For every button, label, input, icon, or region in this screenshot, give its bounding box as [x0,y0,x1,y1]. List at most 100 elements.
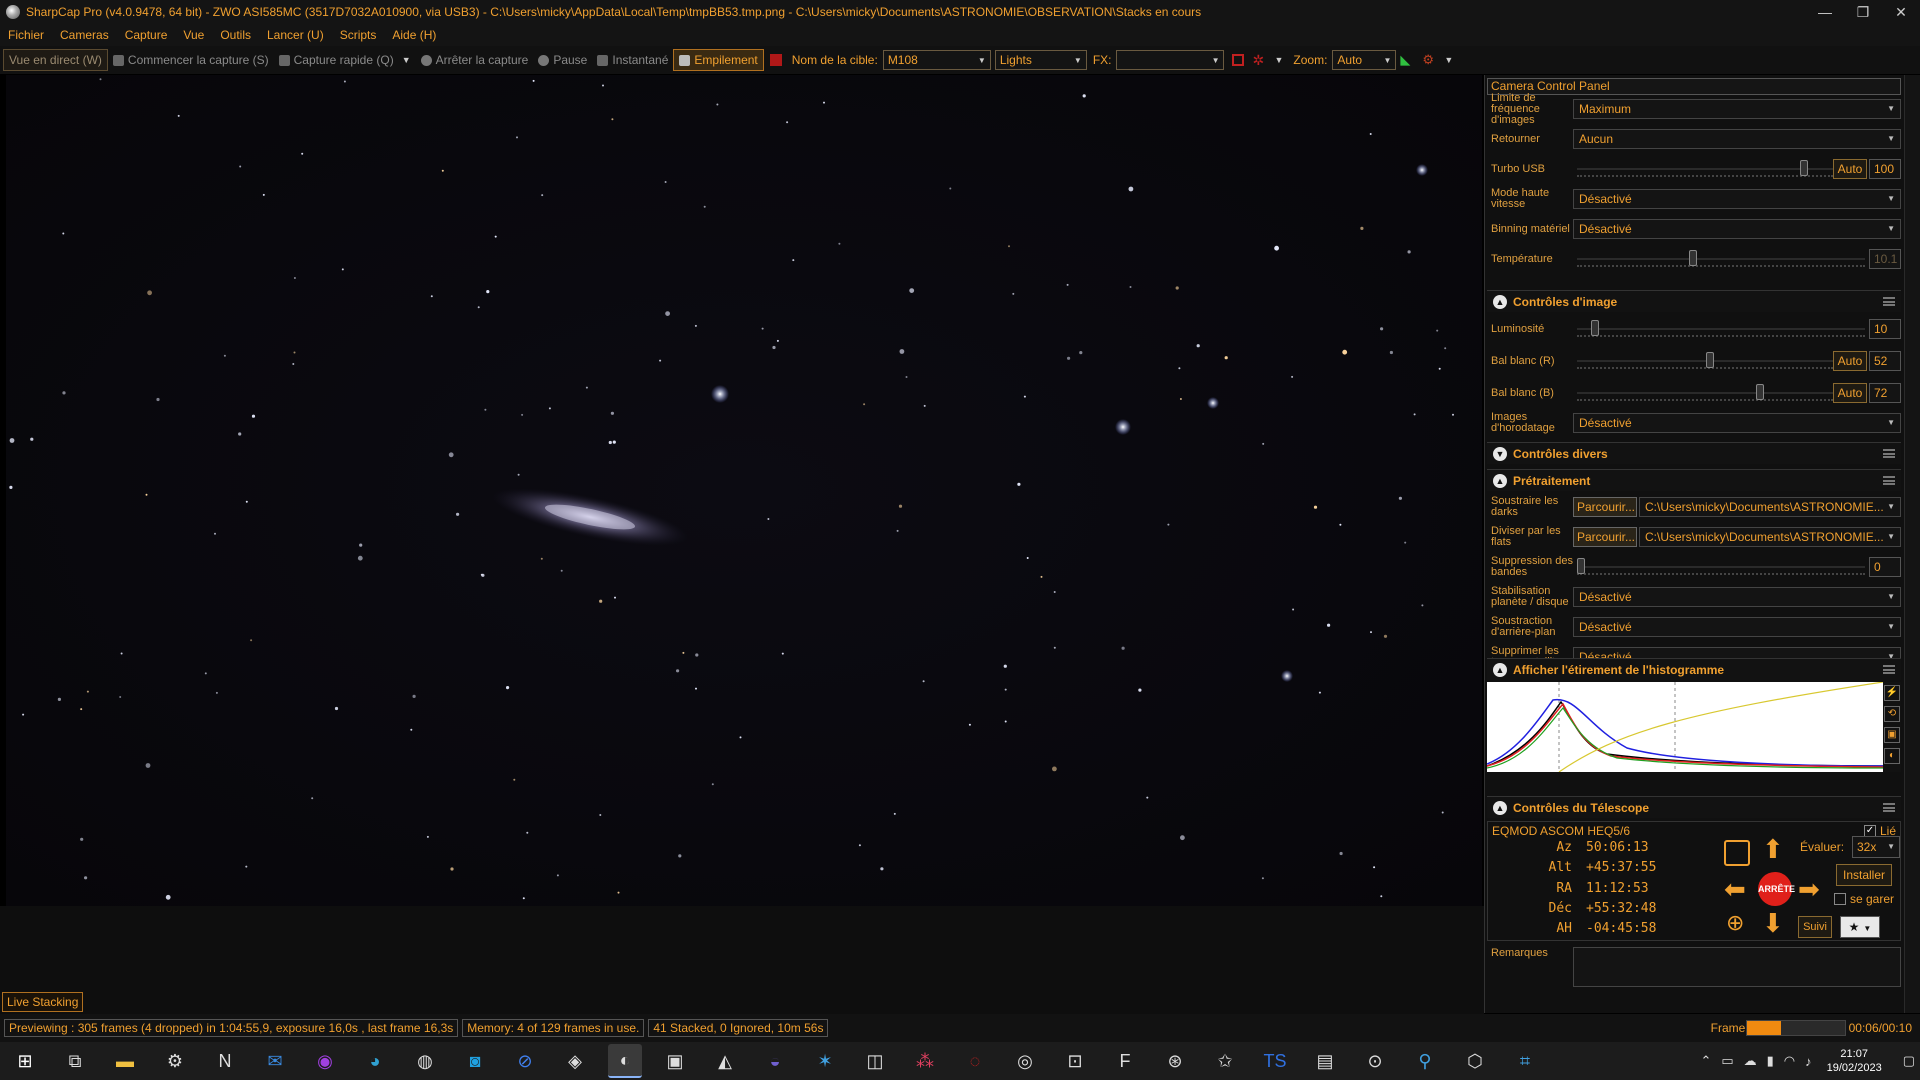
luminosite-slider-thumb[interactable] [1591,320,1599,336]
settings-gear-icon[interactable]: ⚙ [1422,53,1436,67]
notifications-icon[interactable]: ▢ [1903,1053,1915,1069]
stabilisation-select[interactable]: Désactivé ▼ [1573,587,1901,607]
target-name-input[interactable]: M108 ▼ [882,50,991,70]
menu-cameras[interactable]: Cameras [52,24,117,46]
snapshot-button[interactable]: Instantané [592,49,673,71]
app-v-icon[interactable]: ⊘ [508,1044,542,1078]
app-n-icon[interactable]: N [208,1044,242,1078]
preprocessing-header[interactable]: ▲ Prétraitement [1487,469,1901,491]
section-menu-icon[interactable] [1883,449,1895,458]
app-red-icon[interactable]: ◌ [958,1044,992,1078]
save-icon[interactable]: ▣ [1884,727,1900,743]
app-scope-icon[interactable]: ⚲ [1408,1044,1442,1078]
contrast-icon[interactable]: ◐ [1884,748,1900,764]
quick-capture-button[interactable]: Capture rapide (Q) ▼ [274,49,416,71]
background-sub-select[interactable]: Désactivé ▼ [1573,617,1901,637]
menu-capture[interactable]: Capture [117,24,176,46]
menu-fichier[interactable]: Fichier [0,24,52,46]
frame-target-icon[interactable] [1724,840,1750,866]
remarks-input[interactable] [1573,947,1901,987]
luminosite-slider-track[interactable] [1577,328,1865,330]
flats-path-select[interactable]: C:\Users\micky\Documents\ASTRONOMIE... ▼ [1639,527,1901,547]
close-button[interactable]: ✕ [1882,0,1920,24]
menu-outils[interactable]: Outils [212,24,259,46]
histogram-header[interactable]: ▲ Afficher l'étirement de l'histogramme [1487,658,1901,680]
stellarium-icon[interactable]: ◒ [758,1044,792,1078]
section-menu-icon[interactable] [1883,803,1895,812]
stacking-button[interactable]: Empilement [673,49,764,71]
live-stacking-tab[interactable]: Live Stacking [2,992,84,1012]
app-obs-icon[interactable]: ⊛ [1158,1044,1192,1078]
misc-controls-header[interactable]: ▼ Contrôles divers [1487,442,1901,464]
app-ts-icon[interactable]: TS [1258,1044,1292,1078]
stop-capture-button[interactable]: Arrêter la capture [416,49,534,71]
restore-button[interactable]: ❐ [1844,0,1882,24]
arrow-right-icon[interactable]: ➡ [1798,876,1820,902]
collapse-icon[interactable]: ▲ [1493,663,1507,677]
app-grid-icon[interactable]: ⌗ [1508,1044,1542,1078]
star-select[interactable]: ★ ▼ [1840,916,1880,938]
turbo-usb-slider-thumb[interactable] [1800,160,1809,176]
frame-rate-limit-select[interactable]: Maximum ▼ [1573,99,1901,119]
minimize-button[interactable]: — [1806,0,1844,24]
app-cube-icon[interactable]: ⬡ [1458,1044,1492,1078]
expand-icon[interactable]: ▼ [1493,447,1507,461]
image-controls-header[interactable]: ▲ Contrôles d'image [1487,290,1901,312]
luminosite-value[interactable]: 10 [1869,319,1901,339]
section-menu-icon[interactable] [1883,297,1895,306]
fx-select[interactable]: ▼ [1116,50,1225,70]
turbo-usb-value[interactable]: 100 [1869,159,1901,179]
flip-select[interactable]: Aucun ▼ [1573,129,1901,149]
wb-blue-slider-thumb[interactable] [1755,384,1764,400]
menu-scripts[interactable]: Scripts [332,24,385,46]
menu-aide[interactable]: Aide (H) [384,24,444,46]
slack-icon[interactable]: ⁂ [908,1044,942,1078]
wb-red-slider-thumb[interactable] [1705,352,1714,368]
settings-icon[interactable]: ⚙ [158,1044,192,1078]
app-mount-icon[interactable]: ⊡ [1058,1044,1092,1078]
section-menu-icon[interactable] [1883,665,1895,674]
selection-rect-icon[interactable] [1232,54,1245,66]
edge-icon[interactable]: ◕ [358,1044,392,1078]
menu-vue[interactable]: Vue [175,24,212,46]
lightning-icon[interactable]: ⚡ [1884,685,1900,701]
chevron-down-icon[interactable]: ▼ [402,55,411,65]
crosshair-icon[interactable]: ✲ [1252,53,1266,67]
messenger-icon[interactable]: ◉ [308,1044,342,1078]
image-viewport[interactable] [6,75,1482,906]
checkbox-unchecked-icon[interactable] [1834,893,1846,905]
battery-icon[interactable]: ▮ [1767,1053,1774,1069]
app-spiral-icon[interactable]: ◎ [1008,1044,1042,1078]
banding-slider-thumb[interactable] [1577,558,1585,574]
app-f-icon[interactable]: F [1108,1044,1142,1078]
turbo-usb-auto-button[interactable]: Auto [1833,159,1867,179]
app-dark-icon[interactable]: ▣ [658,1044,692,1078]
device-icon[interactable]: ▭ [1721,1053,1733,1069]
wb-red-value[interactable]: 52 [1869,351,1901,371]
darks-path-select[interactable]: C:\Users\micky\Documents\ASTRONOMIE... ▼ [1639,497,1901,517]
arrow-up-icon[interactable]: ⬆ [1762,836,1784,862]
wb-blue-auto-button[interactable]: Auto [1833,383,1867,403]
track-button[interactable]: Suivi [1798,916,1832,938]
stop-button[interactable]: ARRÊTE [1758,872,1795,906]
chevron-down-icon[interactable]: ▼ [1274,55,1283,65]
telescope-header[interactable]: ▲ Contrôles du Télescope [1487,796,1901,818]
banding-slider-track[interactable] [1577,566,1865,568]
frame-type-select[interactable]: Lights ▼ [994,50,1087,70]
cloud-icon[interactable]: ☁ [1744,1053,1757,1069]
panel-scrollbar[interactable] [1904,75,1920,1013]
clock[interactable]: 21:07 19/02/2023 [1827,1047,1882,1075]
section-menu-icon[interactable] [1883,476,1895,485]
mail-icon[interactable]: ✉ [258,1044,292,1078]
pause-button[interactable]: Pause [533,49,592,71]
collapse-icon[interactable]: ▲ [1493,295,1507,309]
center-target-icon[interactable]: ⊕ [1726,910,1744,936]
menu-lancer[interactable]: Lancer (U) [259,24,332,46]
wb-blue-value[interactable]: 72 [1869,383,1901,403]
flats-browse-button[interactable]: Parcourir... [1573,527,1637,547]
reset-icon[interactable]: ⟲ [1884,706,1900,722]
app-siril-icon[interactable]: ◭ [708,1044,742,1078]
start-capture-button[interactable]: Commencer la capture (S) [108,49,274,71]
timestamp-select[interactable]: Désactivé ▼ [1573,413,1901,433]
sharpcap-taskbar-icon[interactable]: ◐ [608,1044,642,1078]
